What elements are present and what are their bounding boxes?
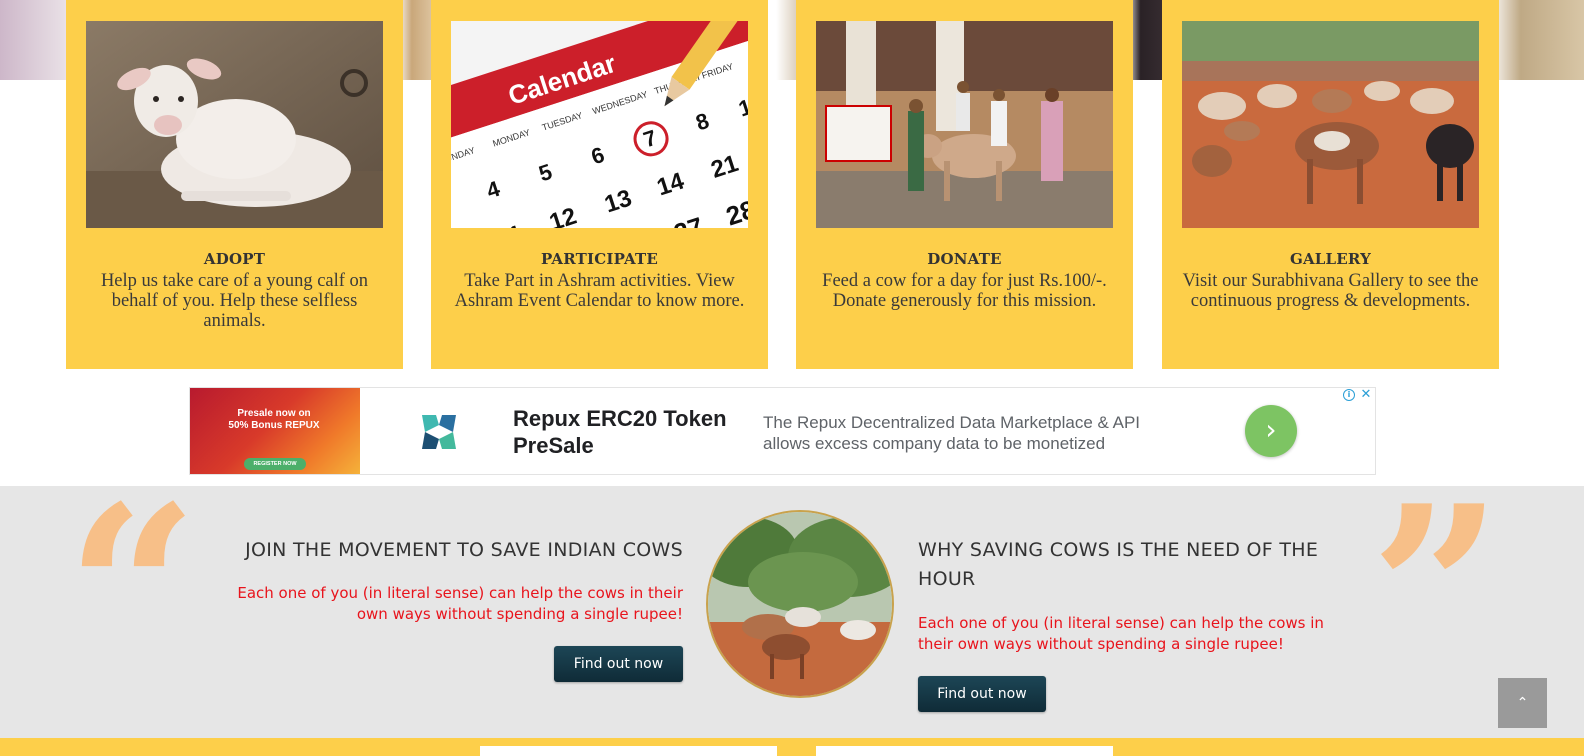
ad-image[interactable]: Presale now on 50% Bonus REPUX REGISTER …	[190, 388, 360, 474]
ad-title[interactable]: Repux ERC20 Token PreSale	[513, 405, 753, 459]
card-title[interactable]: PARTICIPATE	[431, 250, 768, 268]
ad-image-line2: 50% Bonus REPUX	[228, 420, 320, 431]
card-title[interactable]: ADOPT	[66, 250, 403, 268]
ad-image-line1: Presale now on	[237, 408, 311, 419]
find-out-now-button-left[interactable]: Find out now	[554, 646, 683, 682]
ad-choices[interactable]: i ✕	[1341, 388, 1375, 403]
donate-card[interactable]: DONATE Feed a cow for a day for just Rs.…	[796, 0, 1133, 369]
close-quote-icon: ”	[1370, 456, 1503, 726]
card-text: Feed a cow for a day for just Rs.100/-. …	[822, 271, 1107, 311]
card-text: Visit our Surabhivana Gallery to see the…	[1182, 271, 1479, 311]
card-text: Take Part in Ashram activities. View Ash…	[454, 271, 745, 311]
close-icon[interactable]: ✕	[1359, 388, 1373, 402]
card-title[interactable]: DONATE	[796, 250, 1133, 268]
ad-open-button[interactable]: ›	[1245, 405, 1297, 457]
cows-circle-photo	[706, 510, 894, 698]
footer-card-top	[816, 746, 1113, 756]
participate-card[interactable]: Calendar UNDAY MONDAY TUESDAY WEDNESDAY …	[431, 0, 768, 369]
left-heading: JOIN THE MOVEMENT TO SAVE INDIAN COWS	[245, 539, 683, 561]
adopt-card[interactable]: ADOPT Help us take care of a young calf …	[66, 0, 403, 369]
scroll-to-top-button[interactable]: ⌃	[1498, 678, 1547, 728]
calf-photo[interactable]	[86, 21, 383, 228]
right-text: Each one of you (in literal sense) can h…	[918, 614, 1324, 653]
donation-ceremony-photo[interactable]	[816, 21, 1113, 228]
advertisement-banner[interactable]: Presale now on 50% Bonus REPUX REGISTER …	[189, 387, 1376, 475]
calendar-photo[interactable]: Calendar UNDAY MONDAY TUESDAY WEDNESDAY …	[451, 21, 748, 228]
movement-section: “ ” JOIN THE MOVEMENT TO SAVE INDIAN COW…	[0, 476, 1584, 738]
ad-description[interactable]: The Repux Decentralized Data Marketplace…	[763, 412, 1183, 454]
find-out-now-button-right[interactable]: Find out now	[918, 676, 1046, 712]
chevron-up-icon: ⌃	[1516, 695, 1529, 711]
repux-logo-icon[interactable]	[422, 415, 456, 449]
gallery-card[interactable]: GALLERY Visit our Surabhivana Gallery to…	[1162, 0, 1499, 369]
card-text: Help us take care of a young calf on beh…	[100, 271, 369, 331]
cattle-herd-photo[interactable]	[1182, 21, 1479, 228]
footer-card-top	[480, 746, 777, 756]
left-text: Each one of you (in literal sense) can h…	[237, 584, 683, 623]
right-heading: WHY SAVING COWS IS THE NEED OF THE HOUR	[918, 539, 1319, 590]
ad-register-button[interactable]: REGISTER NOW	[244, 458, 306, 470]
card-title[interactable]: GALLERY	[1162, 250, 1499, 268]
chevron-right-icon: ›	[1265, 413, 1277, 446]
info-icon[interactable]: i	[1343, 389, 1355, 401]
footer-strip	[0, 738, 1584, 756]
open-quote-icon: “	[66, 456, 199, 726]
